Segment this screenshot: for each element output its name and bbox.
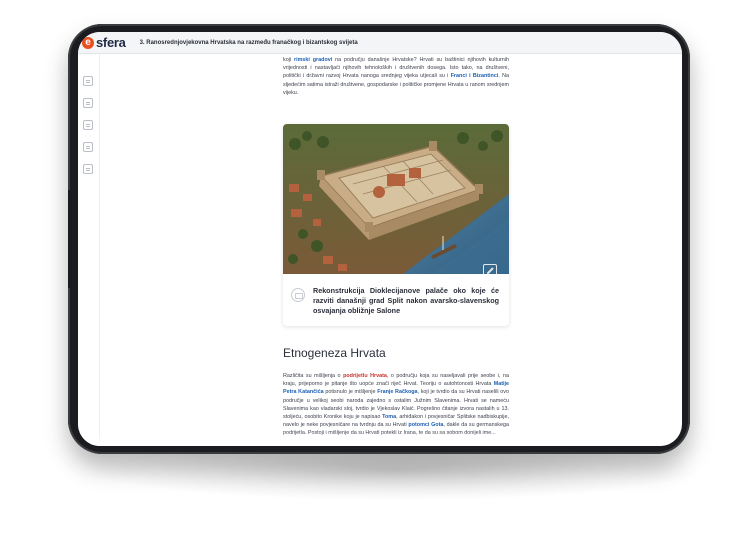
body-paragraph: Različita su mišljenja o podrijetlu Hrva…	[283, 372, 509, 438]
text: potisnulo je mišljenje	[323, 389, 378, 396]
gallery-icon[interactable]	[83, 98, 93, 108]
term-link[interactable]: podrijetlu Hrvata	[343, 373, 387, 379]
video-icon[interactable]	[83, 142, 93, 152]
palace-illustration	[283, 124, 509, 274]
term-link[interactable]: potomci Gota	[408, 422, 443, 428]
image-caption-icon	[291, 288, 305, 302]
text: koji	[283, 57, 294, 63]
logo-mark: e	[82, 36, 94, 49]
intro-block: koji rimski gradovi na području današnje…	[283, 54, 509, 102]
intro-paragraph: koji rimski gradovi na području današnje…	[283, 56, 509, 97]
figure-caption-row: Rekonstrukcija Dioklecijanove palače oko…	[283, 280, 509, 326]
expand-icon[interactable]	[483, 264, 497, 278]
app-screen: e sfera 3. Ranosrednjovjekovna Hrvatska …	[78, 32, 682, 446]
palace-reconstruction-image[interactable]	[283, 124, 509, 274]
edit-icon[interactable]	[83, 76, 93, 86]
text: Različita su mišljenja o	[283, 373, 344, 379]
term-link[interactable]: rimski gradovi	[294, 57, 332, 63]
term-link[interactable]: Franci i Bizantinci	[451, 73, 499, 79]
logo[interactable]: e sfera	[82, 35, 126, 50]
section-title: Etnogeneza Hrvata	[283, 346, 386, 360]
list-icon[interactable]	[83, 120, 93, 130]
term-link[interactable]: Toma	[382, 414, 396, 420]
top-bar: e sfera 3. Ranosrednjovjekovna Hrvatska …	[78, 32, 682, 54]
figure-caption: Rekonstrukcija Dioklecijanove palače oko…	[313, 286, 499, 315]
scroll-fade	[78, 432, 682, 446]
body-block: Različita su mišljenja o podrijetlu Hrva…	[283, 372, 509, 438]
chapter-title: 3. Ranosrednjovjekovna Hrvatska na razme…	[139, 39, 358, 46]
quiz-icon[interactable]	[83, 164, 93, 174]
logo-text: sfera	[96, 35, 126, 50]
side-rail	[78, 54, 100, 446]
term-link[interactable]: Franje Račkoga	[377, 389, 417, 395]
figure-card: Rekonstrukcija Dioklecijanove palače oko…	[283, 124, 509, 326]
